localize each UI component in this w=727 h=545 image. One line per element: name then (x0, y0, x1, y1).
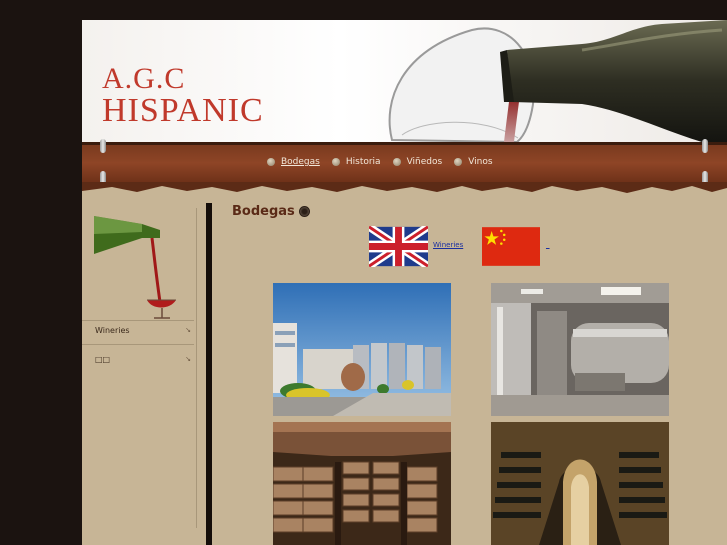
torn-paper-edge (82, 182, 727, 193)
nav-item-vinos[interactable]: Vinos (468, 157, 492, 167)
nav-item-vinedos[interactable]: Viñedos (407, 157, 443, 167)
nav-item-historia[interactable]: Historia (346, 157, 381, 167)
uk-flag[interactable] (369, 226, 428, 267)
corner-arrow-icon: ↘ (185, 355, 191, 363)
logo-line2: HISPANIC (102, 92, 264, 129)
nav-bullet-icon (267, 158, 275, 166)
wine-bottle-glass-image (94, 216, 176, 319)
page: A.G.C HISPANIC Bodegas Historia Viñedos … (82, 20, 727, 545)
main-nav: Bodegas Historia Viñedos Vinos (267, 157, 499, 167)
barrel-cellar-photo (273, 422, 451, 545)
bottle-tunnel-photo (491, 422, 669, 545)
sidebar-item-wineries[interactable]: Wineries ↘ (95, 326, 195, 335)
corner-arrow-icon: ↘ (185, 326, 191, 334)
nav-bullet-icon (454, 158, 463, 166)
header: A.G.C HISPANIC (82, 20, 727, 142)
nav-bullet-icon (392, 158, 401, 166)
sidebar: Wineries ↘ □□ ↘ (82, 196, 200, 545)
binder-ring (702, 139, 708, 153)
language-link-english[interactable]: Wineries (433, 241, 463, 249)
stainless-tanks-photo (491, 283, 669, 416)
page-title-row: Bodegas (232, 204, 310, 219)
nav-item-bodegas[interactable]: Bodegas (281, 157, 320, 167)
sidebar-separator (82, 320, 194, 321)
bullet-icon (298, 206, 310, 217)
sidebar-item-label: Wineries (95, 326, 130, 335)
wine-pour-image (388, 20, 727, 142)
logo-line1: A.G.C (102, 62, 186, 95)
page-title: Bodegas (232, 204, 295, 219)
sidebar-separator (82, 344, 194, 345)
nav-bullet-icon (331, 158, 340, 166)
content-divider (206, 203, 212, 545)
nav-band: Bodegas Historia Viñedos Vinos (82, 139, 727, 185)
binder-ring (100, 139, 106, 153)
winery-exterior-photo (273, 283, 451, 416)
sidebar-item-chinese[interactable]: □□ ↘ (95, 355, 195, 364)
sidebar-border (196, 208, 197, 528)
language-link-chinese[interactable]: _ (546, 241, 550, 249)
china-flag[interactable] (482, 226, 540, 267)
sidebar-item-label: □□ (95, 355, 111, 364)
